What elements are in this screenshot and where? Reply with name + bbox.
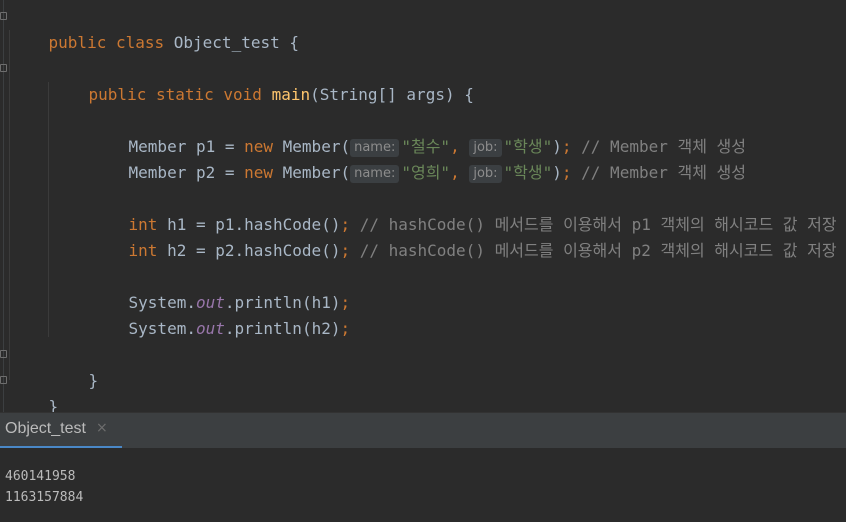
static-field: out: [195, 319, 225, 338]
code-editor[interactable]: public class Object_test { public static…: [0, 0, 846, 412]
fold-marker-class-end[interactable]: [0, 376, 7, 384]
method-name: main: [271, 85, 311, 104]
semicolon: ;: [340, 241, 360, 260]
fold-marker-method-end[interactable]: [0, 350, 7, 358]
keyword: new: [244, 163, 283, 182]
run-tab-label: Object_test: [5, 420, 86, 437]
comma: ,: [450, 163, 470, 182]
run-panel-header: Object_test ×: [0, 412, 846, 449]
semicolon: ;: [340, 319, 351, 338]
keyword: int: [128, 241, 168, 260]
param-hint-job: job:: [469, 165, 502, 183]
code-line-1[interactable]: public class Object_test {: [10, 4, 299, 52]
close-icon[interactable]: ×: [96, 420, 108, 436]
constructor: Member(: [282, 163, 351, 182]
indent-guide-method: [48, 82, 49, 337]
fold-marker-method[interactable]: [0, 64, 7, 72]
code-line-10[interactable]: }: [10, 368, 59, 412]
console-line: 1163157884: [5, 490, 84, 505]
semicolon: ;: [561, 163, 582, 182]
run-tab[interactable]: Object_test ×: [0, 413, 122, 449]
keyword: public class: [48, 33, 174, 52]
method-params: (String[] args) {: [310, 85, 474, 104]
comment: // Member 객체 생성: [581, 163, 746, 182]
console-output[interactable]: 460141958 1163157884: [0, 448, 846, 522]
code-line-3[interactable]: Member p1 = new Member(name: "철수", job: "학…: [90, 108, 746, 157]
brace: {: [289, 33, 299, 52]
class-ref: System.: [128, 319, 196, 338]
brace: }: [48, 397, 59, 412]
brace: }: [88, 371, 99, 390]
keyword: public static void: [88, 85, 272, 104]
console-line: 460141958: [5, 469, 76, 484]
method-call: .println(h2): [224, 319, 341, 338]
code-line-9[interactable]: }: [50, 342, 99, 390]
code-line-8[interactable]: System.out.println(h2);: [90, 290, 351, 338]
param-hint-name: name:: [350, 165, 400, 183]
statement: h2 = p2.hashCode(): [167, 241, 341, 260]
close-paren: ): [552, 163, 562, 182]
string-literal: "학생": [503, 163, 553, 182]
code-line-2[interactable]: public static void main(String[] args) {: [50, 56, 474, 104]
code-line-4[interactable]: Member p2 = new Member(name: "영희", job: "학…: [90, 134, 746, 183]
string-literal: "영희": [401, 163, 451, 182]
code-line-7[interactable]: System.out.println(h1);: [90, 264, 351, 312]
comment: // hashCode() 메서드를 이용해서 p2 객체의 해시코드 값 저장: [359, 241, 837, 260]
fold-marker-class[interactable]: [0, 12, 7, 20]
code-line-5[interactable]: int h1 = p1.hashCode(); // hashCode() 메서…: [90, 186, 837, 234]
code-line-6[interactable]: int h2 = p2.hashCode(); // hashCode() 메서…: [90, 212, 837, 260]
class-name: Object_test: [173, 33, 290, 52]
indent-guide-class: [9, 30, 10, 380]
declaration: Member p2 =: [128, 163, 245, 182]
